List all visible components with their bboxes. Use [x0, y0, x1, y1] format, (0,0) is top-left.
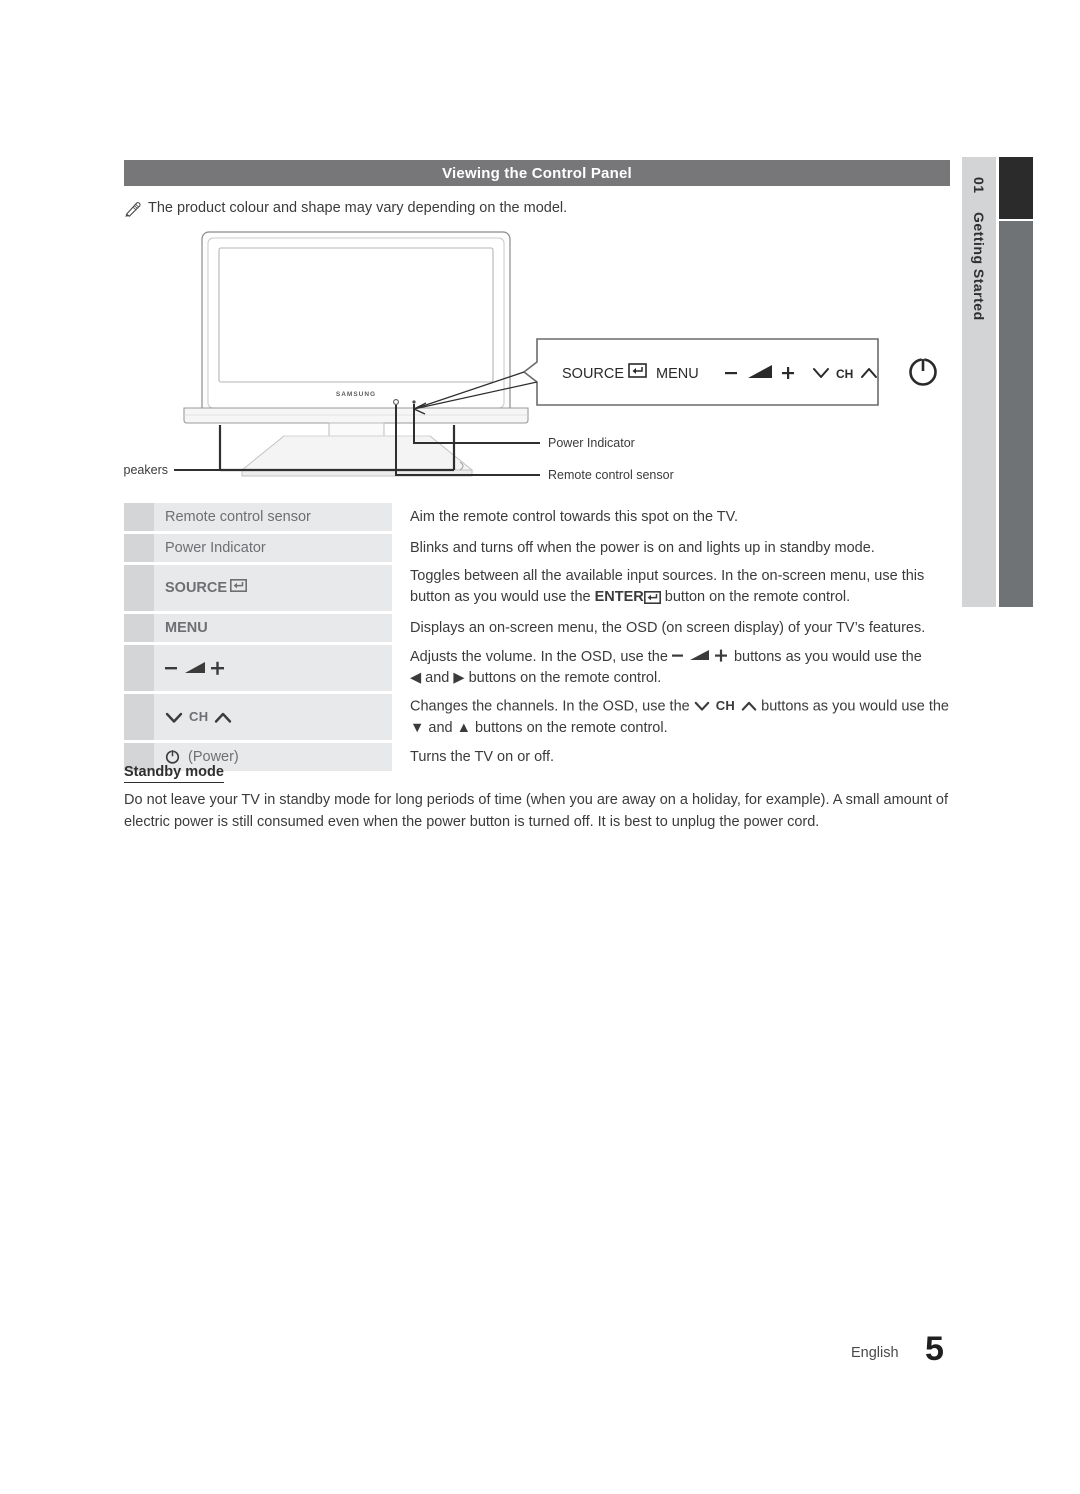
channel-label: CH — [189, 708, 209, 724]
sidebar-chapter-number: 01 — [971, 177, 987, 194]
volume-control-icon — [671, 648, 730, 663]
remote-control-sensor-label: Remote control sensor — [548, 468, 674, 482]
panel-source-label: SOURCE — [562, 366, 624, 382]
value-line: Turns the TV on or off. — [410, 748, 555, 765]
value-text: Adjusts the volume. In the OSD, use the — [410, 649, 672, 665]
table-row: (Power) Turns the TV on or off. — [124, 743, 950, 771]
standby-mode-heading: Standby mode — [124, 764, 224, 783]
standby-mode-body: Do not leave your TV in standby mode for… — [124, 789, 956, 833]
page-title: Viewing the Control Panel — [442, 164, 632, 182]
key-label: MENU — [165, 619, 208, 636]
sidebar-chapter-label: 01 Getting Started — [971, 157, 987, 321]
footer-language: English — [851, 1345, 899, 1361]
key-label: Power Indicator — [165, 539, 266, 556]
table-row: Adjusts the volume. In the OSD, use the … — [124, 645, 950, 691]
table-row: Remote control sensor Aim the remote con… — [124, 503, 950, 531]
value-text: buttons as you would use the — [729, 649, 922, 665]
value-line: Changes the channels. In the OSD, use th… — [410, 695, 950, 718]
value-line: Adjusts the volume. In the OSD, use the … — [410, 647, 950, 668]
volume-control-icon — [165, 660, 227, 676]
table-key-cell: MENU — [124, 614, 392, 642]
panel-menu-label: MENU — [656, 366, 699, 382]
section-header: Viewing the Control Panel — [124, 160, 950, 186]
value-line: Displays an on-screen menu, the OSD (on … — [410, 619, 926, 636]
tv-body: SAMSUNG — [201, 231, 511, 415]
sidebar-chapter-bar — [999, 221, 1033, 607]
table-value-cell: Turns the TV on or off. — [392, 743, 950, 771]
value-line: Aim the remote control towards this spot… — [410, 508, 739, 525]
table-value-cell: Toggles between all the available input … — [392, 565, 950, 611]
table-row: Power Indicator Blinks and turns off whe… — [124, 534, 950, 562]
channel-control-icon: CH — [694, 695, 757, 716]
value-line: ▼ and ▲ buttons on the remote control. — [410, 719, 668, 736]
key-label: SOURCE — [165, 579, 228, 596]
tv-brand-label: SAMSUNG — [336, 391, 376, 398]
enter-icon — [643, 590, 661, 611]
value-text: Changes the channels. In the OSD, use th… — [410, 698, 694, 715]
value-text: button on the remote control. — [660, 588, 851, 605]
sidebar-chapter-title: Getting Started — [971, 212, 987, 321]
chevron-down-icon — [165, 712, 183, 723]
table-value-cell: Adjusts the volume. In the OSD, use the … — [392, 645, 950, 691]
chevron-down-icon — [694, 701, 710, 711]
table-row: SOURCE Toggles between all the available… — [124, 565, 950, 611]
pencil-note-icon — [124, 201, 142, 217]
table-value-cell: Displays an on-screen menu, the OSD (on … — [392, 614, 950, 642]
table-value-cell: Aim the remote control towards this spot… — [392, 503, 950, 531]
table-row: CH Changes the channels. In the OSD, use… — [124, 694, 950, 740]
table-key-cell — [124, 645, 392, 691]
chevron-up-icon — [215, 712, 232, 723]
table-value-cell: Changes the channels. In the OSD, use th… — [392, 694, 950, 740]
value-text: button as you would use the — [410, 588, 595, 605]
footer-page-number: 5 — [925, 1330, 944, 1368]
value-line: Toggles between all the available input … — [410, 567, 925, 584]
channel-control-icon: CH — [165, 708, 232, 725]
value-line: Blinks and turns off when the power is o… — [410, 539, 875, 556]
key-label: (Power) — [188, 748, 239, 765]
panel-ch-label: CH — [836, 367, 853, 381]
standby-line-1: Do not leave your TV in standby mode for… — [124, 792, 932, 808]
note-text: The product colour and shape may vary de… — [148, 200, 568, 216]
table-value-cell: Blinks and turns off when the power is o… — [392, 534, 950, 562]
power-icon — [165, 749, 180, 765]
enter-keyword: ENTER — [594, 588, 644, 605]
tv-base — [183, 407, 529, 424]
panel-volume-minus-icon — [725, 372, 737, 375]
key-label: Remote control sensor — [165, 508, 311, 525]
sidebar-chapter-text: 01 Getting Started — [962, 157, 996, 607]
channel-label: CH — [715, 698, 736, 714]
value-line: button as you would use the ENTER button… — [410, 587, 950, 611]
table-row: MENU Displays an on-screen menu, the OSD… — [124, 614, 950, 642]
chevron-up-icon — [741, 701, 757, 711]
table-key-cell: SOURCE — [124, 565, 392, 611]
speakers-label: Speakers — [124, 463, 168, 477]
value-text: buttons as you would use the — [757, 698, 949, 715]
panel-power-icon — [909, 357, 937, 386]
table-key-cell: Remote control sensor — [124, 503, 392, 531]
manual-page: Viewing the Control Panel The product co… — [0, 0, 1080, 1494]
note-line: The product colour and shape may vary de… — [124, 200, 950, 217]
control-panel-table: Remote control sensor Aim the remote con… — [124, 503, 950, 774]
enter-icon — [230, 579, 248, 597]
table-key-cell: Power Indicator — [124, 534, 392, 562]
power-indicator-label: Power Indicator — [548, 436, 635, 450]
table-key-cell: CH — [124, 694, 392, 740]
value-line: ◀ and ▶ buttons on the remote control. — [410, 670, 662, 686]
sidebar-chapter-marker — [999, 157, 1033, 219]
control-panel-illustration: SAMSUNG peakers Power Indicator Remote c… — [124, 222, 950, 490]
